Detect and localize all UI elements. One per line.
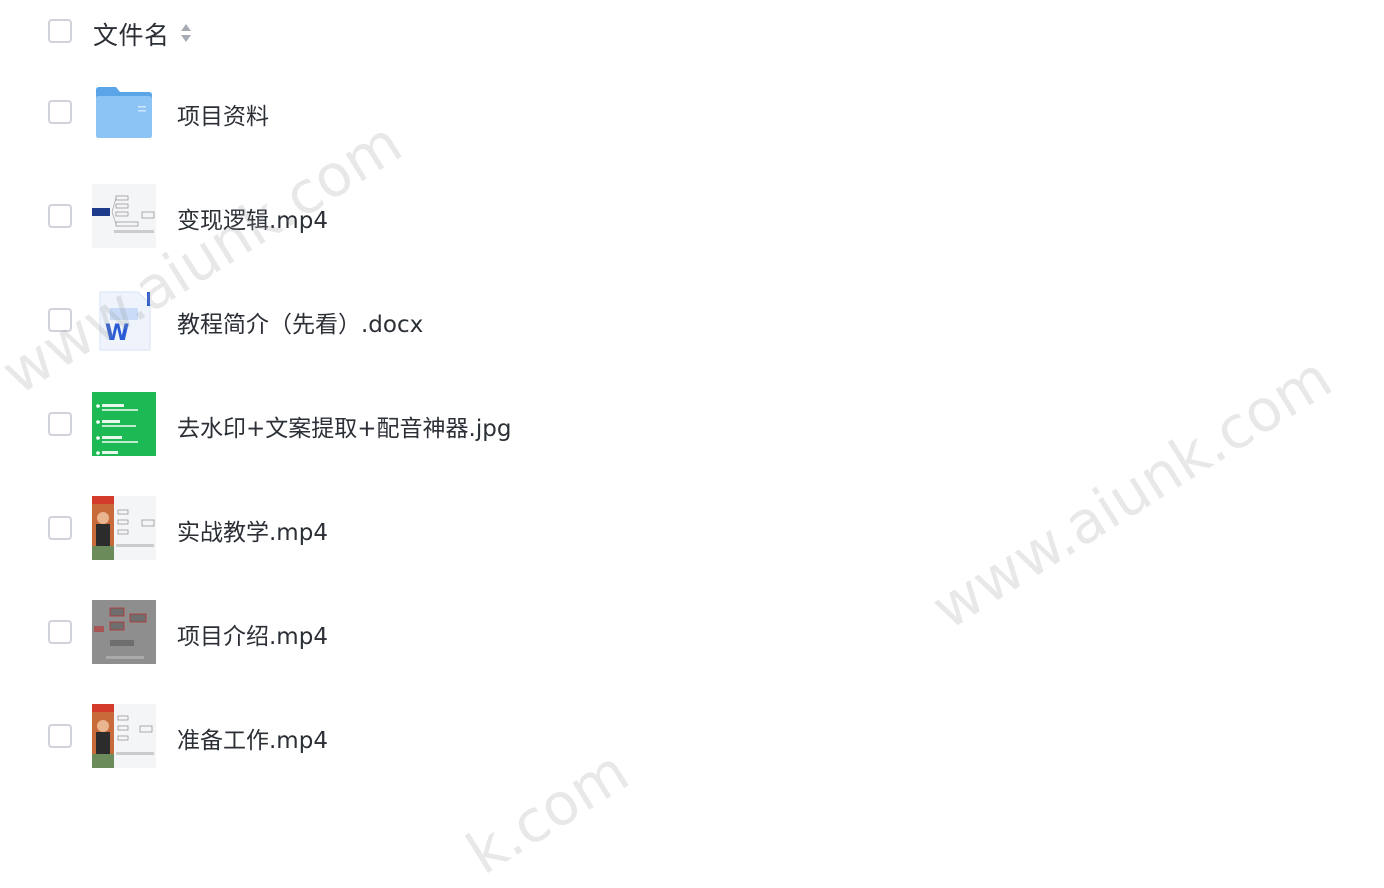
column-header-filename[interactable]: 文件名 [93, 16, 170, 52]
list-item[interactable]: 项目介绍.mp4 [0, 600, 1384, 664]
file-name[interactable]: 项目资料 [177, 97, 269, 131]
file-name[interactable]: 教程简介（先看）.docx [177, 305, 423, 339]
list-item[interactable]: 准备工作.mp4 [0, 704, 1384, 768]
svg-text:W: W [105, 321, 129, 346]
image-thumbnail [92, 392, 156, 456]
sort-icon[interactable] [180, 21, 192, 45]
word-doc-icon: W [92, 288, 156, 352]
row-checkbox[interactable] [48, 516, 72, 540]
video-thumbnail [92, 704, 156, 768]
row-checkbox[interactable] [48, 308, 72, 332]
file-name[interactable]: 变现逻辑.mp4 [177, 201, 328, 235]
file-list-header: 文件名 [0, 12, 1384, 54]
video-thumbnail [92, 496, 156, 560]
video-thumbnail [92, 184, 156, 248]
list-item[interactable]: 去水印+文案提取+配音神器.jpg [0, 392, 1384, 456]
list-item[interactable]: 实战教学.mp4 [0, 496, 1384, 560]
row-checkbox[interactable] [48, 620, 72, 644]
list-item[interactable]: 变现逻辑.mp4 [0, 184, 1384, 248]
video-thumbnail [92, 600, 156, 664]
file-name[interactable]: 实战教学.mp4 [177, 513, 328, 547]
list-item[interactable]: 项目资料 [0, 80, 1384, 144]
row-checkbox[interactable] [48, 204, 72, 228]
file-list: 文件名 项目资料 变现逻辑.mp4 W 教程简介（先看）.docx 去水印+文案… [0, 0, 1384, 814]
file-name[interactable]: 项目介绍.mp4 [177, 617, 328, 651]
file-name[interactable]: 准备工作.mp4 [177, 721, 328, 755]
folder-icon [92, 80, 156, 144]
row-checkbox[interactable] [48, 412, 72, 436]
row-checkbox[interactable] [48, 100, 72, 124]
select-all-checkbox[interactable] [48, 19, 72, 43]
list-item[interactable]: W 教程简介（先看）.docx [0, 288, 1384, 352]
row-checkbox[interactable] [48, 724, 72, 748]
file-name[interactable]: 去水印+文案提取+配音神器.jpg [177, 409, 511, 443]
